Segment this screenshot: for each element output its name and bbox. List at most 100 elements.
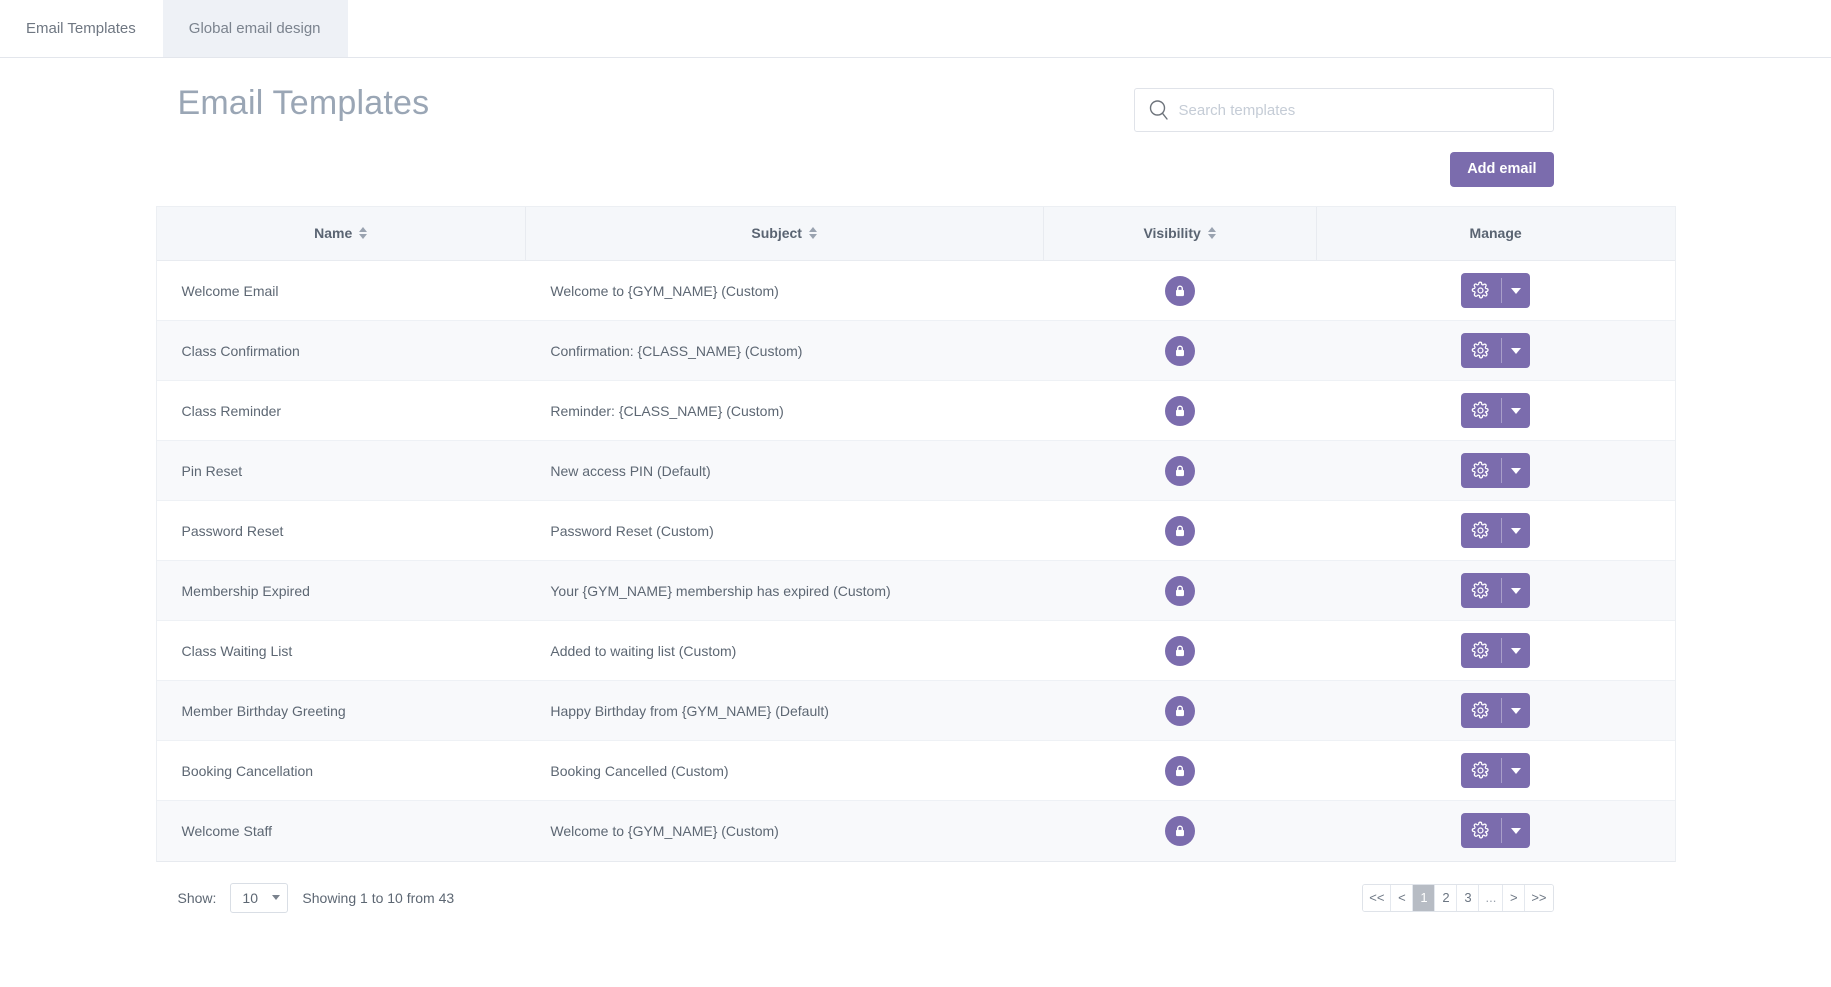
- pagination-first[interactable]: <<: [1363, 884, 1392, 911]
- table-row[interactable]: Booking Cancellation Booking Cancelled (C…: [156, 740, 1675, 801]
- actions-row: Add email: [156, 152, 1676, 187]
- gear-icon[interactable]: [1461, 513, 1501, 548]
- table-row[interactable]: Welcome Staff Welcome to {GYM_NAME} (Cust…: [156, 800, 1675, 861]
- page-size-select[interactable]: 10: [230, 882, 289, 913]
- lock-icon: [1164, 455, 1195, 486]
- table-row[interactable]: Class Waiting List Added to waiting list …: [156, 620, 1675, 681]
- manage-split-button[interactable]: [1460, 513, 1530, 548]
- cell-visibility: [1043, 320, 1317, 381]
- pagination-page-3[interactable]: 3: [1457, 884, 1480, 911]
- manage-split-button[interactable]: [1460, 753, 1530, 788]
- template-subject: Welcome to {GYM_NAME} (Custom): [550, 282, 779, 299]
- table-row[interactable]: Member Birthday Greeting Happy Birthday f…: [156, 680, 1675, 741]
- gear-icon[interactable]: [1461, 753, 1501, 788]
- lock-icon: [1164, 275, 1195, 306]
- chevron-down-icon[interactable]: [1502, 333, 1530, 368]
- sort-icon[interactable]: [1207, 227, 1216, 240]
- search-input[interactable]: [1178, 101, 1541, 119]
- pagination-page-2[interactable]: 2: [1435, 884, 1458, 911]
- table-row[interactable]: Membership Expired Your {GYM_NAME} member…: [156, 560, 1675, 621]
- cell-visibility: [1043, 560, 1317, 621]
- cell-name: Pin Reset: [156, 440, 526, 501]
- pagination: << <1 2 3... > >>: [1362, 883, 1554, 912]
- sort-icon[interactable]: [359, 227, 368, 240]
- chevron-down-icon[interactable]: [1502, 753, 1530, 788]
- table-row[interactable]: Pin Reset New access PIN (Default): [156, 440, 1675, 501]
- manage-split-button[interactable]: [1460, 573, 1530, 608]
- template-name: Member Birthday Greeting: [181, 702, 346, 719]
- gear-icon[interactable]: [1461, 393, 1501, 428]
- manage-split-button[interactable]: [1460, 393, 1530, 428]
- cell-visibility: [1043, 740, 1317, 801]
- search-box[interactable]: [1133, 88, 1554, 132]
- chevron-down-icon[interactable]: [1502, 693, 1530, 728]
- cell-name: Class Confirmation: [156, 320, 526, 381]
- cell-manage: [1316, 500, 1675, 561]
- gear-icon[interactable]: [1461, 693, 1501, 728]
- table-head: Name Subject Visibility Manage: [156, 206, 1675, 261]
- lock-icon: [1164, 815, 1195, 846]
- gear-icon[interactable]: [1461, 633, 1501, 668]
- chevron-down-icon[interactable]: [1502, 273, 1530, 308]
- cell-name: Welcome Staff: [157, 801, 526, 861]
- lock-icon: [1164, 695, 1195, 726]
- cell-name: Welcome Email: [156, 260, 526, 321]
- manage-split-button[interactable]: [1460, 333, 1530, 368]
- table-row[interactable]: Class Confirmation Confirmation: {CLASS_N…: [156, 320, 1675, 381]
- cell-subject: Welcome to {GYM_NAME} (Custom): [525, 260, 1043, 321]
- gear-icon[interactable]: [1461, 573, 1501, 608]
- manage-split-button[interactable]: [1460, 633, 1530, 668]
- lock-icon: [1164, 635, 1195, 666]
- page-title: Email Templates: [177, 84, 430, 122]
- template-name: Password Reset: [181, 522, 284, 539]
- template-name: Booking Cancellation: [181, 762, 314, 779]
- chevron-down-icon[interactable]: [1502, 513, 1530, 548]
- template-name: Class Confirmation: [181, 342, 300, 359]
- manage-split-button[interactable]: [1460, 813, 1530, 849]
- column-header-name-label: Name: [314, 225, 353, 242]
- cell-name: Member Birthday Greeting: [156, 680, 526, 741]
- gear-icon[interactable]: [1461, 273, 1501, 308]
- column-header-name[interactable]: Name: [156, 206, 526, 261]
- table-row[interactable]: Welcome Email Welcome to {GYM_NAME} (Cust…: [156, 260, 1675, 321]
- sort-icon[interactable]: [808, 227, 817, 240]
- chevron-down-icon[interactable]: [1502, 573, 1530, 608]
- table-row[interactable]: Password Reset Password Reset (Custom): [156, 500, 1675, 561]
- pagination-prev[interactable]: <: [1391, 884, 1414, 911]
- gear-icon[interactable]: [1461, 453, 1501, 488]
- pagination-last[interactable]: >>: [1525, 884, 1553, 911]
- cell-subject: Confirmation: {CLASS_NAME} (Custom): [525, 320, 1043, 381]
- column-header-subject[interactable]: Subject: [525, 206, 1044, 261]
- tab-global-email-design[interactable]: Global email design: [162, 0, 348, 57]
- pagination-next[interactable]: >: [1503, 884, 1526, 911]
- cell-subject: Password Reset (Custom): [525, 500, 1043, 561]
- column-header-visibility-label: Visibility: [1143, 225, 1201, 242]
- table-body: Welcome Email Welcome to {GYM_NAME} (Cust…: [156, 260, 1675, 861]
- table-row[interactable]: Class Reminder Reminder: {CLASS_NAME} (Cu…: [156, 380, 1675, 441]
- template-name: Membership Expired: [181, 582, 310, 599]
- chevron-down-icon[interactable]: [1502, 393, 1530, 428]
- column-header-visibility[interactable]: Visibility: [1043, 206, 1317, 261]
- chevron-down-icon[interactable]: [1502, 453, 1530, 488]
- manage-split-button[interactable]: [1460, 693, 1530, 728]
- chevron-down-icon[interactable]: [1502, 813, 1530, 848]
- template-subject: Booking Cancelled (Custom): [550, 762, 729, 779]
- cell-subject: Booking Cancelled (Custom): [525, 740, 1043, 801]
- content-container: Email Templates Add email: [155, 58, 1676, 934]
- showing-range-text: Showing 1 to 10 from 43: [302, 889, 455, 906]
- add-email-button[interactable]: Add email: [1450, 152, 1554, 187]
- cell-manage: [1316, 620, 1675, 681]
- template-subject: Confirmation: {CLASS_NAME} (Custom): [550, 342, 803, 359]
- gear-icon[interactable]: [1461, 333, 1501, 368]
- template-name: Welcome Staff: [181, 822, 273, 839]
- manage-split-button[interactable]: [1460, 453, 1530, 488]
- manage-split-button[interactable]: [1460, 273, 1530, 308]
- tab-email-templates[interactable]: Email Templates: [0, 0, 163, 57]
- template-subject: New access PIN (Default): [550, 462, 711, 479]
- cell-manage: [1316, 560, 1675, 621]
- template-subject: Your {GYM_NAME} membership has expired (…: [550, 582, 891, 599]
- pagination-page-1[interactable]: 1: [1413, 884, 1436, 911]
- chevron-down-icon[interactable]: [1502, 633, 1530, 668]
- gear-icon[interactable]: [1461, 813, 1501, 848]
- cell-subject: Happy Birthday from {GYM_NAME} (Default): [525, 680, 1043, 741]
